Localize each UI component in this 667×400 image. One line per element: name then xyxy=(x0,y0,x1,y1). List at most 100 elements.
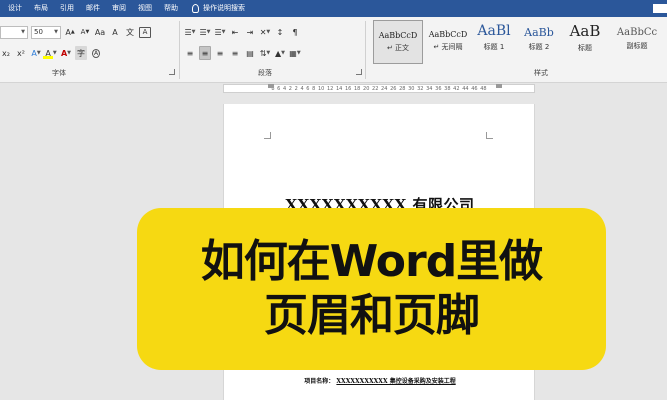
clear-format-button[interactable]: A xyxy=(109,25,121,39)
tab-view[interactable]: 视图 xyxy=(132,0,158,17)
align-right-icon: ≡ xyxy=(216,48,224,58)
text-effects-button[interactable]: A ▼ xyxy=(30,46,42,60)
eraser-icon: A xyxy=(112,27,118,37)
align-right-button[interactable]: ≡ xyxy=(214,46,226,60)
borders-icon: ▦ xyxy=(289,48,297,58)
ruler-tick: 14 xyxy=(335,85,343,92)
style-title[interactable]: AaB 标题 xyxy=(563,20,607,64)
tab-references[interactable]: 引用 xyxy=(54,0,80,17)
ruler-tick: 22 xyxy=(372,85,379,92)
multilevel-list-button[interactable]: ☰ ▼ xyxy=(214,25,226,39)
window-control-icon[interactable] xyxy=(653,4,667,13)
align-left-icon: ≡ xyxy=(186,48,194,58)
shading-button[interactable]: ▲ ▼ xyxy=(274,46,286,60)
borders-button[interactable]: ▦ ▼ xyxy=(289,46,301,60)
styles-gallery: AaBbCcD ↵ 正文 AaBbCcD ↵ 无间隔 AaBl 标题 1 AaB… xyxy=(369,20,667,64)
asian-layout-button[interactable]: ✕ ▼ xyxy=(259,25,271,39)
style-sample: AaBbCcD xyxy=(378,31,418,40)
ruler-tick: 32 xyxy=(417,85,424,92)
font-name-combo[interactable]: ▼ xyxy=(0,25,28,39)
ruler-tick: 44 xyxy=(462,85,469,92)
asian-layout-icon: ✕ xyxy=(259,27,267,37)
sort-button[interactable]: ↕ xyxy=(274,25,286,39)
char-border-button[interactable]: A xyxy=(139,26,151,38)
show-marks-button[interactable]: ¶ xyxy=(289,25,301,39)
style-no-spacing[interactable]: AaBbCcD ↵ 无间隔 xyxy=(425,20,471,64)
style-sample: AaBl xyxy=(477,23,511,39)
font-size-combo[interactable]: 50 ▼ xyxy=(31,25,61,39)
shrink-font-button[interactable]: A ▼ xyxy=(79,25,91,39)
phonetic-guide-button[interactable]: 文 xyxy=(124,25,136,39)
banner-line-1: 如何在Word里做 xyxy=(200,236,543,287)
ruler-tick: 4 xyxy=(300,85,304,92)
project-value: XXXXXXXXXXX 集控设备采购及安装工程 xyxy=(336,378,456,385)
tab-mailings[interactable]: 邮件 xyxy=(80,0,106,17)
increase-indent-button[interactable]: ⇥ xyxy=(244,25,256,39)
font-color-button[interactable]: A ▼ xyxy=(60,46,72,60)
ruler-tick: 48 xyxy=(480,85,487,92)
style-sample: AaB xyxy=(569,22,601,40)
paragraph-row-2: ≡ ≡ ≡ ≡ ▤ ⇅ ▼ ▲ ▼ ▦ ▼ xyxy=(184,46,301,60)
style-name: ↵ 无间隔 xyxy=(433,43,463,51)
style-name: 标题 2 xyxy=(528,43,550,51)
ruler-tick: 38 xyxy=(444,85,451,92)
grow-font-button[interactable]: A ▲ xyxy=(64,25,76,39)
line-spacing-button[interactable]: ⇅ ▼ xyxy=(259,46,271,60)
enclose-char-icon: A xyxy=(91,48,101,58)
justify-button[interactable]: ≡ xyxy=(229,46,241,60)
tab-review[interactable]: 审阅 xyxy=(106,0,132,17)
tell-me-search[interactable]: 操作说明搜索 xyxy=(203,0,245,17)
ruler-tick: 10 xyxy=(317,85,325,92)
style-sample: AaBbCcD xyxy=(428,30,468,39)
decrease-indent-button[interactable]: ⇤ xyxy=(229,25,241,39)
paragraph-dialog-launcher-icon[interactable] xyxy=(356,69,362,75)
ruler-tick: 6 xyxy=(277,85,281,92)
change-case-button[interactable]: Aa xyxy=(94,25,106,39)
ruler-tick: 2 xyxy=(294,85,298,92)
style-normal[interactable]: AaBbCcD ↵ 正文 xyxy=(373,20,423,64)
enclose-char-button[interactable]: A xyxy=(90,46,102,60)
tab-layout[interactable]: 布局 xyxy=(28,0,54,17)
paragraph-group-label: 段落 xyxy=(258,69,272,77)
ruler-tick: 18 xyxy=(354,85,361,92)
ribbon: ▼ 50 ▼ A ▲ A ▼ Aa A 文 A x₂ x² A ▼ A ▼ A ▼ 字 A… xyxy=(0,17,667,83)
align-center-button[interactable]: ≡ xyxy=(199,46,211,60)
style-sample: AaBbCc xyxy=(616,27,658,38)
title-banner: 如何在Word里做 页眉和页脚 xyxy=(137,208,606,370)
superscript-icon: x² xyxy=(17,48,25,58)
multilevel-list-icon: ☰ xyxy=(214,27,222,37)
horizontal-ruler[interactable]: 8 6 4 2 2 4 6 8 10 12 14 16 18 20 22 24 26 28 30 32 34 36 38 42… xyxy=(223,84,535,93)
numbering-button[interactable]: ☰ ▼ xyxy=(199,25,211,39)
font-group-label: 字体 xyxy=(52,69,66,77)
group-divider xyxy=(179,21,180,79)
highlight-button[interactable]: A ▼ xyxy=(42,46,57,60)
numbering-icon: ☰ xyxy=(199,27,207,37)
bullets-button[interactable]: ☰ ▼ xyxy=(184,25,196,39)
justify-icon: ≡ xyxy=(231,48,239,58)
subscript-icon: x₂ xyxy=(2,48,10,58)
line-spacing-icon: ⇅ xyxy=(259,48,267,58)
superscript-button[interactable]: x² xyxy=(15,46,27,60)
style-name: 标题 1 xyxy=(483,43,505,51)
style-name: 副标题 xyxy=(626,42,648,50)
tab-design[interactable]: 设计 xyxy=(0,0,28,17)
style-heading-2[interactable]: AaBb 标题 2 xyxy=(517,20,561,64)
style-subtitle[interactable]: AaBbCc 副标题 xyxy=(609,20,665,64)
indent-marker-icon[interactable] xyxy=(268,84,274,88)
distributed-icon: ▤ xyxy=(246,48,254,58)
subscript-button[interactable]: x₂ xyxy=(0,46,12,60)
char-shading-button[interactable]: 字 xyxy=(75,46,87,60)
align-left-button[interactable]: ≡ xyxy=(184,46,196,60)
style-sample: AaBb xyxy=(524,26,554,39)
ruler-tick: 12 xyxy=(326,85,334,92)
ruler-tick: 42 xyxy=(453,85,460,92)
menu-bar: 设计 布局 引用 邮件 审阅 视图 帮助 操作说明搜索 xyxy=(0,0,667,17)
right-indent-marker-icon[interactable] xyxy=(496,84,502,88)
style-heading-1[interactable]: AaBl 标题 1 xyxy=(473,20,515,64)
ruler-tick: 24 xyxy=(381,85,388,92)
font-dialog-launcher-icon[interactable] xyxy=(169,69,175,75)
style-name: ↵ 正文 xyxy=(386,44,410,52)
distributed-button[interactable]: ▤ xyxy=(244,46,256,60)
styles-group-label: 样式 xyxy=(534,69,548,77)
tab-help[interactable]: 帮助 xyxy=(158,0,184,17)
